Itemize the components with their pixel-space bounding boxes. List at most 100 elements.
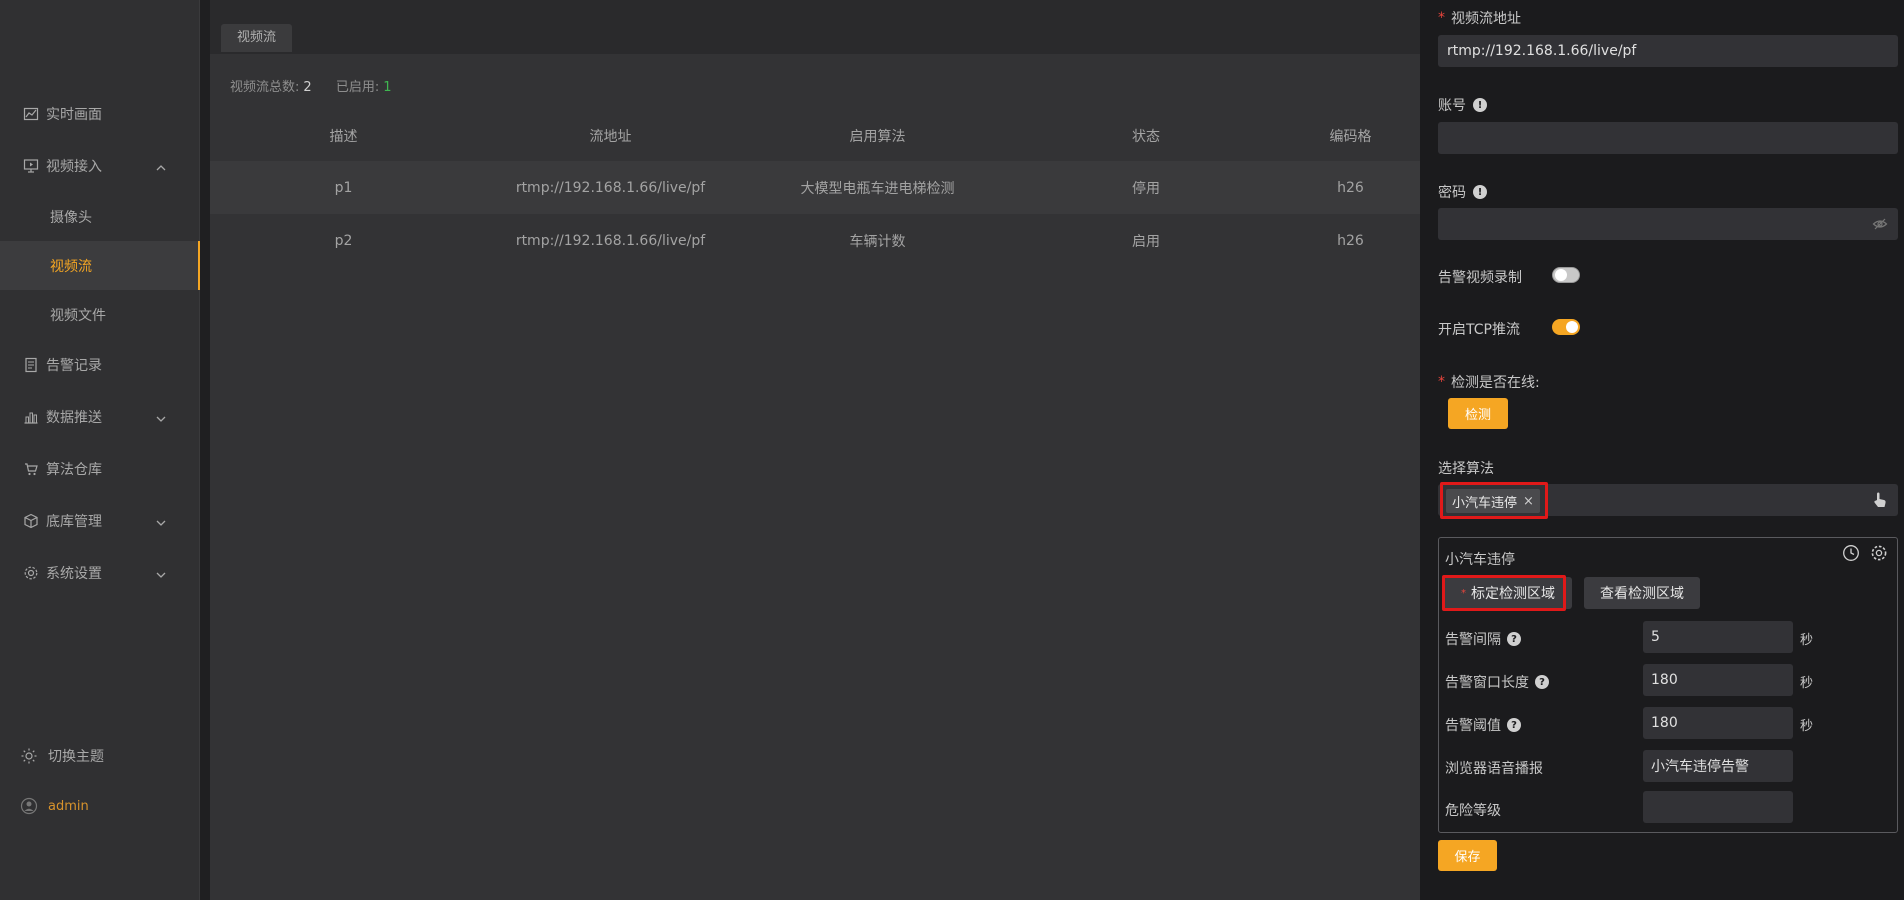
stream-edit-drawer: * 视频流地址 rtmp://192.168.1.66/live/pf 账号 !… bbox=[1420, 0, 1904, 900]
sidebar: 实时画面 视频接入 摄像头 视频流 视频文件 告警记录 数据推送 算法仓库 底库… bbox=[0, 0, 200, 900]
highlight-box bbox=[1442, 575, 1566, 611]
alarm-window-label-text: 告警窗口长度 bbox=[1445, 675, 1529, 691]
stream-table: 描述 流地址 启用算法 状态 编码格 p1 rtmp://192.168.1.6… bbox=[210, 111, 1420, 267]
sidebar-subitem-video-stream[interactable]: 视频流 bbox=[0, 241, 200, 290]
column-header-status: 状态 bbox=[1132, 129, 1160, 145]
voice-broadcast-input[interactable]: 小汽车违停告警 bbox=[1643, 750, 1793, 782]
unit-label: 秒 bbox=[1800, 633, 1814, 648]
alarm-threshold-value: 180 bbox=[1651, 715, 1678, 731]
alarm-interval-value: 5 bbox=[1651, 629, 1660, 645]
table-cell: 启用 bbox=[1132, 233, 1160, 250]
user-menu[interactable]: admin bbox=[0, 786, 200, 826]
chevron-down-icon bbox=[156, 515, 166, 531]
table-row[interactable]: p2 rtmp://192.168.1.66/live/pf 车辆计数 启用 h… bbox=[210, 214, 1420, 267]
danger-level-input[interactable] bbox=[1643, 791, 1793, 823]
total-label: 视频流总数: bbox=[230, 80, 300, 95]
sidebar-item-label: 算法仓库 bbox=[46, 462, 102, 478]
alarm-record-label-text: 告警视频录制 bbox=[1438, 270, 1522, 286]
switch-theme-button[interactable]: 切换主题 bbox=[0, 736, 200, 776]
alarm-interval-input[interactable]: 5 bbox=[1643, 621, 1793, 653]
box-icon bbox=[22, 512, 40, 530]
info-icon[interactable]: ! bbox=[1473, 185, 1487, 199]
column-header-encoding: 编码格 bbox=[1329, 129, 1372, 145]
chevron-up-icon bbox=[156, 160, 166, 176]
alarm-interval-label: 告警间隔 ? bbox=[1445, 629, 1521, 649]
stream-url-input[interactable]: rtmp://192.168.1.66/live/pf bbox=[1438, 35, 1898, 67]
help-icon[interactable]: ? bbox=[1507, 718, 1521, 732]
voice-broadcast-label: 浏览器语音播报 bbox=[1445, 761, 1543, 777]
alarm-window-input[interactable]: 180 bbox=[1643, 664, 1793, 696]
sidebar-item-alarm-records[interactable]: 告警记录 bbox=[0, 339, 200, 391]
algorithm-title: 小汽车违停 bbox=[1445, 552, 1515, 568]
sidebar-item-label: 数据推送 bbox=[46, 410, 102, 426]
table-row[interactable]: p1 rtmp://192.168.1.66/live/pf 大模型电瓶车进电梯… bbox=[210, 161, 1420, 214]
tcp-push-label-text: 开启TCP推流 bbox=[1438, 322, 1520, 338]
chevron-down-icon bbox=[156, 567, 166, 583]
danger-level-label: 危险等级 bbox=[1445, 803, 1501, 819]
sidebar-item-data-push[interactable]: 数据推送 bbox=[0, 391, 200, 443]
help-icon[interactable]: ? bbox=[1535, 675, 1549, 689]
alarm-threshold-label: 告警阈值 ? bbox=[1445, 715, 1521, 735]
table-cell: 大模型电瓶车进电梯检测 bbox=[744, 161, 1011, 214]
hand-pointer-icon bbox=[1872, 491, 1888, 513]
account-input[interactable] bbox=[1438, 122, 1898, 154]
algorithm-config-card: 小汽车违停 * 标定检测区域 查看检测区域 告警间隔 ? 5 秒 告警窗口长度 … bbox=[1438, 537, 1898, 833]
eye-off-icon[interactable] bbox=[1872, 216, 1888, 236]
highlight-box bbox=[1440, 482, 1548, 519]
alarm-record-toggle[interactable] bbox=[1552, 267, 1580, 283]
view-detection-area-button[interactable]: 查看检测区域 bbox=[1584, 577, 1700, 609]
document-icon bbox=[22, 356, 40, 374]
table-header-row: 描述 流地址 启用算法 状态 编码格 bbox=[210, 111, 1420, 161]
alarm-record-label: 告警视频录制 bbox=[1438, 267, 1522, 287]
sidebar-item-system-settings[interactable]: 系统设置 bbox=[0, 547, 200, 599]
info-icon[interactable]: ! bbox=[1473, 98, 1487, 112]
bar-chart-icon bbox=[22, 408, 40, 426]
help-icon[interactable]: ? bbox=[1507, 632, 1521, 646]
sidebar-item-label: 系统设置 bbox=[46, 566, 102, 582]
sun-icon bbox=[20, 747, 38, 765]
table-cell: h26 bbox=[1337, 232, 1364, 249]
monitor-icon bbox=[22, 157, 40, 175]
table-cell: rtmp://192.168.1.66/live/pf bbox=[477, 161, 744, 214]
select-algorithm-label: 选择算法 bbox=[1438, 458, 1494, 478]
alarm-threshold-input[interactable]: 180 bbox=[1643, 707, 1793, 739]
tcp-push-label: 开启TCP推流 bbox=[1438, 319, 1520, 339]
table-cell: p2 bbox=[334, 232, 353, 249]
table-cell: p1 bbox=[210, 161, 477, 214]
required-mark: * bbox=[1438, 10, 1445, 26]
save-button[interactable]: 保存 bbox=[1438, 840, 1497, 871]
table-cell: h26 bbox=[1281, 161, 1420, 214]
sidebar-subitem-camera[interactable]: 摄像头 bbox=[0, 192, 200, 241]
clock-icon[interactable] bbox=[1842, 544, 1860, 566]
tab-video-stream[interactable]: 视频流 bbox=[221, 24, 293, 52]
unit-label: 秒 bbox=[1800, 676, 1814, 691]
settings-icon[interactable] bbox=[1870, 544, 1888, 566]
password-label: 密码 ! bbox=[1438, 182, 1487, 202]
sidebar-item-live-view[interactable]: 实时画面 bbox=[0, 88, 200, 140]
sidebar-item-video-access[interactable]: 视频接入 bbox=[0, 140, 200, 192]
check-online-button[interactable]: 检测 bbox=[1448, 398, 1508, 429]
stream-url-label: * 视频流地址 bbox=[1438, 8, 1521, 28]
sidebar-item-library-management[interactable]: 底库管理 bbox=[0, 495, 200, 547]
password-input[interactable] bbox=[1438, 208, 1898, 240]
sidebar-subitem-video-file[interactable]: 视频文件 bbox=[0, 290, 200, 339]
chevron-down-icon bbox=[156, 411, 166, 427]
enabled-label: 已启用: bbox=[335, 80, 380, 95]
table-cell: 停用 bbox=[1011, 161, 1281, 214]
total-value: 2 bbox=[303, 80, 312, 95]
online-check-label: * 检测是否在线: bbox=[1438, 372, 1540, 392]
sidebar-item-algorithm-store[interactable]: 算法仓库 bbox=[0, 443, 200, 495]
sidebar-item-label: 视频接入 bbox=[46, 159, 102, 175]
voice-broadcast-value: 小汽车违停告警 bbox=[1651, 759, 1749, 775]
alarm-window-value: 180 bbox=[1651, 672, 1678, 688]
alarm-window-label: 告警窗口长度 ? bbox=[1445, 672, 1549, 692]
stream-url-value: rtmp://192.168.1.66/live/pf bbox=[1447, 43, 1637, 59]
online-check-label-text: 检测是否在线: bbox=[1451, 375, 1540, 391]
sidebar-item-label: 实时画面 bbox=[46, 107, 102, 123]
table-cell: rtmp://192.168.1.66/live/pf bbox=[515, 232, 706, 249]
stream-summary: 视频流总数: 2 已启用: 1 bbox=[230, 76, 411, 95]
enabled-value: 1 bbox=[383, 80, 392, 95]
alarm-interval-label-text: 告警间隔 bbox=[1445, 632, 1501, 648]
tcp-push-toggle[interactable] bbox=[1552, 319, 1580, 335]
account-label-text: 账号 bbox=[1438, 98, 1466, 114]
